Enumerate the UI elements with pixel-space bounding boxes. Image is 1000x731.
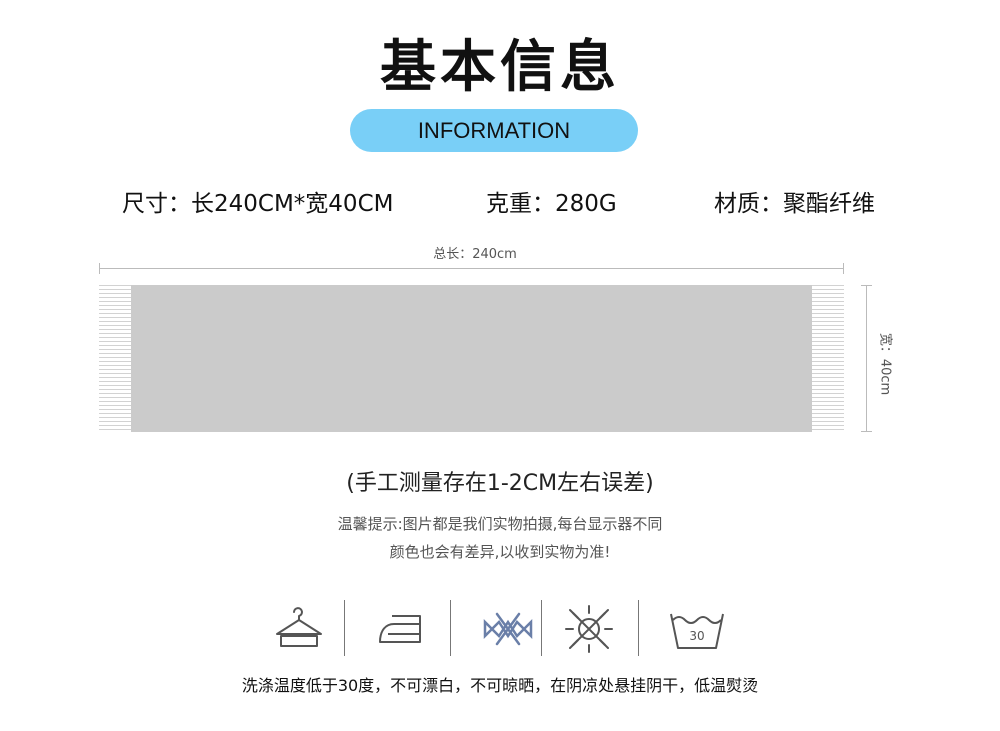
scarf-body: [131, 285, 812, 432]
length-dimension-line: [99, 268, 844, 269]
wash-temperature-label: 30: [689, 629, 704, 643]
icon-separator: [450, 600, 451, 656]
information-badge-label: INFORMATION: [417, 117, 571, 143]
icon-separator: [344, 600, 345, 656]
tip-line-2: 颜色也会有差异,以收到实物为准!: [389, 543, 611, 561]
page-title: 基本信息: [380, 35, 620, 100]
no-sun-icon: [565, 605, 613, 653]
width-dimension-tick-bottom: [861, 431, 872, 432]
information-badge: INFORMATION: [350, 109, 638, 152]
width-dimension-tick-top: [861, 285, 872, 286]
scarf-fringe-left: [99, 285, 131, 432]
icon-separator: [638, 600, 639, 656]
width-dimension-line: [866, 285, 867, 432]
length-dimension-label: 总长：240cm: [433, 247, 517, 262]
tip-line-1: 温馨提示:图片都是我们实物拍摄,每台显示器不同: [337, 515, 663, 533]
wash-30-icon: 30: [670, 613, 724, 649]
icon-separator: [541, 600, 542, 656]
care-icons-row: 30: [262, 598, 732, 660]
scarf-fringe-right: [812, 285, 844, 432]
hanger-icon: [276, 607, 322, 647]
no-wring-icon: [483, 612, 533, 646]
spec-material: 材质：聚酯纤维: [714, 191, 875, 217]
spec-weight: 克重：280G: [486, 191, 617, 217]
spec-size: 尺寸：长240CM*宽40CM: [122, 191, 394, 217]
measurement-note: (手工测量存在1-2CM左右误差): [346, 471, 654, 496]
care-instructions: 洗涤温度低于30度，不可漂白，不可晾晒，在阴凉处悬挂阴干，低温熨烫: [241, 676, 759, 695]
length-dimension-tick-right: [843, 263, 844, 274]
width-dimension-label: 宽：40cm: [877, 332, 893, 396]
length-dimension-tick-left: [99, 263, 100, 274]
iron-icon: [379, 615, 421, 643]
